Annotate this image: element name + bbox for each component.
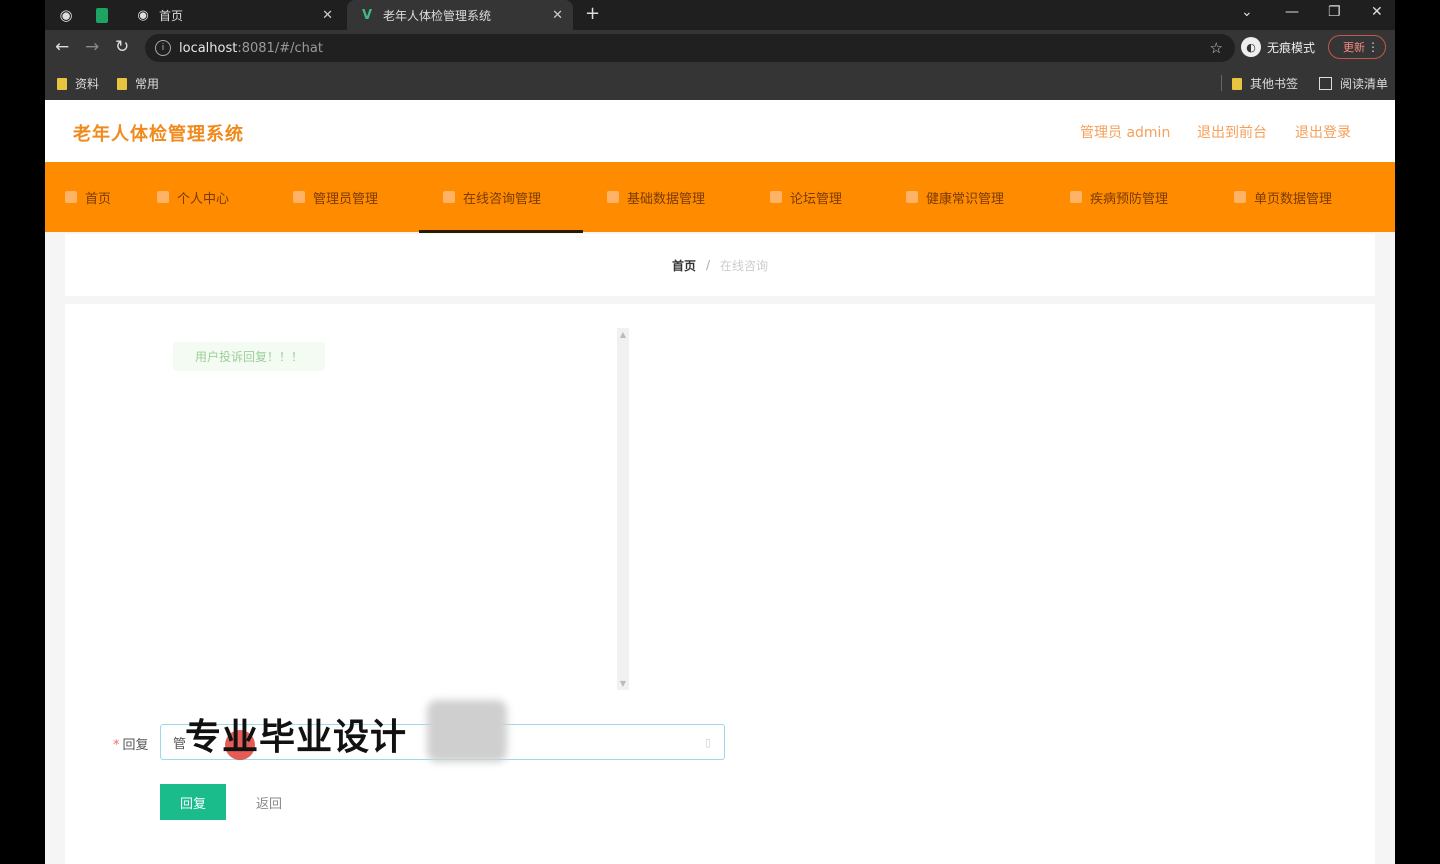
reading-list[interactable]: 阅读清单: [1319, 75, 1388, 92]
chat-messages: 用户投诉回复！！！: [165, 328, 631, 690]
vue-icon: V: [361, 7, 373, 23]
url-host: localhost: [179, 40, 238, 56]
tab-title: 首页: [159, 8, 184, 23]
required-mark: *: [113, 738, 120, 753]
browser-toolbar: ← → ↻ i localhost :8081/#/chat ☆ ◐ 无痕模式 …: [45, 30, 1395, 66]
app-title: 老年人体检管理系统: [73, 124, 244, 145]
nav-label: 管理员管理: [313, 191, 379, 207]
incognito-icon: ◐: [1241, 37, 1261, 57]
nav-label: 个人中心: [177, 191, 230, 207]
close-icon[interactable]: ✕: [552, 8, 563, 23]
tab-strip: ◉ ◉ 首页 ✕ V 老年人体检管理系统 ✕ + ⌄ — ❐ ✕: [45, 0, 1395, 30]
nav-label: 健康常识管理: [926, 191, 1005, 207]
star-icon[interactable]: ☆: [1210, 39, 1223, 57]
close-icon[interactable]: ✕: [322, 8, 333, 23]
nav-label: 首页: [85, 191, 112, 207]
watermark-blur: [427, 700, 507, 762]
book-icon: [906, 191, 918, 203]
input-clear-icon[interactable]: ▯: [705, 736, 711, 749]
nav-item-forum[interactable]: 论坛管理: [770, 162, 842, 232]
menu-dots-icon[interactable]: ⋮: [1367, 40, 1379, 54]
new-tab-icon[interactable]: +: [585, 3, 600, 24]
folder-icon: [1232, 77, 1242, 90]
breadcrumb-home[interactable]: 首页: [672, 257, 696, 274]
tab-home[interactable]: ◉ 首页 ✕: [123, 0, 343, 30]
bookmark-label: 阅读清单: [1340, 77, 1389, 91]
back-arrow-icon[interactable]: ←: [55, 37, 69, 57]
breadcrumb-current: 在线咨询: [720, 258, 769, 273]
admin-icon: [293, 191, 305, 203]
scroll-up-icon[interactable]: ▲: [617, 330, 629, 339]
tab-app[interactable]: V 老年人体检管理系统 ✕: [347, 0, 573, 30]
nav-item-health-tips[interactable]: 健康常识管理: [906, 162, 1004, 232]
chevron-down-icon[interactable]: ⌄: [1241, 4, 1253, 20]
nav-item-disease-prevention[interactable]: 疾病预防管理: [1070, 162, 1168, 232]
close-window-icon[interactable]: ✕: [1371, 4, 1383, 20]
exit-to-frontend-link[interactable]: 退出到前台: [1197, 122, 1267, 142]
reply-label: * 回复: [113, 734, 149, 753]
nav-label: 论坛管理: [790, 191, 843, 207]
watermark-text: 专业毕业设计: [185, 717, 408, 758]
nav-item-consult[interactable]: 在线咨询管理: [443, 162, 541, 232]
bookmark-folder[interactable]: 资料: [57, 75, 99, 92]
breadcrumb: 首页 / 在线咨询: [65, 234, 1375, 296]
nav-item-single-page[interactable]: 单页数据管理: [1234, 162, 1332, 232]
chat-scrollbar[interactable]: ▲ ▼: [617, 328, 629, 690]
page-icon: [1234, 191, 1246, 203]
home-icon: [65, 191, 77, 203]
folder-icon: [117, 77, 127, 90]
data-icon: [607, 191, 619, 203]
app-header: 老年人体检管理系统 管理员 admin 退出到前台 退出登录: [45, 100, 1395, 162]
browser-window: ◉ ◉ 首页 ✕ V 老年人体检管理系统 ✕ + ⌄ — ❐ ✕ ← → ↻ i…: [45, 0, 1395, 864]
url-path: :8081/#/chat: [237, 40, 323, 56]
nav-label: 单页数据管理: [1254, 191, 1333, 207]
chat-panel: 用户投诉回复！！！ ▲ ▼ *回复 ▯ 回复 返回: [65, 304, 1375, 864]
page: 老年人体检管理系统 管理员 admin 退出到前台 退出登录 首页 个人中心 管…: [45, 100, 1395, 864]
incognito-indicator[interactable]: ◐ 无痕模式: [1241, 37, 1315, 57]
nav-item-home[interactable]: 首页: [65, 162, 111, 232]
tab-title: 老年人体检管理系统: [383, 8, 492, 23]
forum-icon: [770, 191, 782, 203]
folder-icon: [57, 77, 67, 90]
user-icon: [157, 191, 169, 203]
incognito-label: 无痕模式: [1267, 40, 1316, 55]
update-label: 更新: [1343, 41, 1365, 54]
update-button[interactable]: 更新 ⋮: [1328, 35, 1386, 59]
reply-label-text: 回复: [122, 738, 149, 753]
nav-active-indicator: [419, 230, 583, 233]
back-button[interactable]: 返回: [241, 784, 297, 820]
admin-label: 管理员 admin: [1080, 125, 1171, 141]
nav-label: 基础数据管理: [627, 191, 706, 207]
reading-list-icon: [1319, 77, 1332, 90]
bookmarks-bar: 资料 常用 其他书签 阅读清单: [45, 66, 1395, 100]
bookmark-label: 常用: [135, 77, 160, 91]
info-icon[interactable]: i: [155, 40, 171, 56]
sheet-icon[interactable]: [91, 4, 113, 26]
globe-icon: ◉: [137, 7, 149, 23]
address-bar[interactable]: i localhost :8081/#/chat ☆: [145, 34, 1235, 62]
forward-arrow-icon[interactable]: →: [85, 37, 99, 57]
scroll-down-icon[interactable]: ▼: [617, 679, 629, 688]
bookmark-divider: [1221, 75, 1222, 91]
other-bookmarks[interactable]: 其他书签: [1232, 75, 1298, 92]
restore-icon[interactable]: ❐: [1328, 4, 1341, 20]
chat-message: 用户投诉回复！！！: [173, 342, 326, 371]
bookmark-label: 其他书签: [1250, 77, 1299, 91]
reply-button[interactable]: 回复: [160, 784, 226, 820]
main-nav: 首页 个人中心 管理员管理 在线咨询管理 基础数据管理 论坛管理 健康常识管理 …: [45, 162, 1395, 233]
bookmark-label: 资料: [75, 77, 100, 91]
reload-icon[interactable]: ↻: [115, 37, 129, 57]
shield-icon: [1070, 191, 1082, 203]
chat-icon: [443, 191, 455, 203]
globe-icon[interactable]: ◉: [55, 4, 77, 26]
logout-link[interactable]: 退出登录: [1295, 122, 1351, 142]
nav-item-admin[interactable]: 管理员管理: [293, 162, 378, 232]
minimize-icon[interactable]: —: [1285, 4, 1299, 20]
nav-label: 疾病预防管理: [1090, 191, 1169, 207]
bookmark-folder[interactable]: 常用: [117, 75, 159, 92]
nav-item-profile[interactable]: 个人中心: [157, 162, 229, 232]
nav-item-base-data[interactable]: 基础数据管理: [607, 162, 705, 232]
breadcrumb-separator: /: [705, 258, 711, 272]
nav-label: 在线咨询管理: [463, 191, 542, 207]
